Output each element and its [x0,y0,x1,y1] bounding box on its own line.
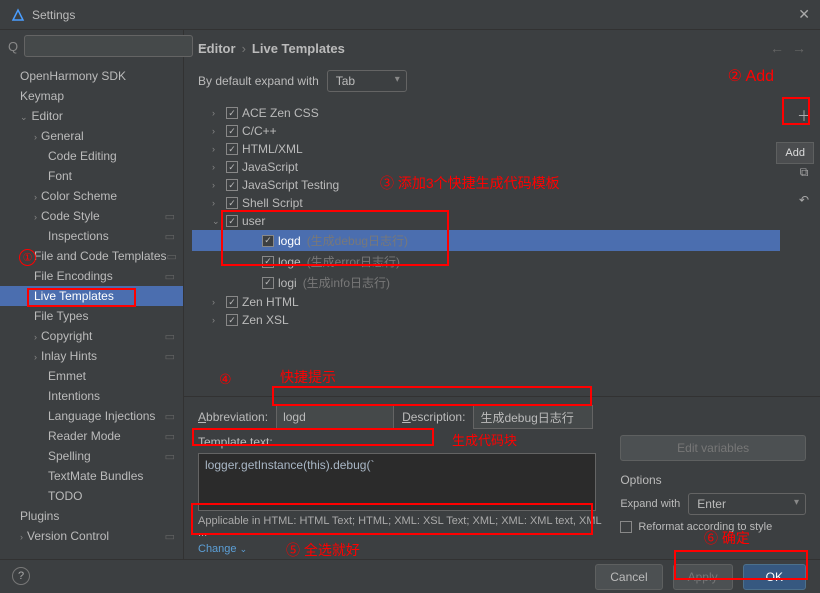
checkbox[interactable] [226,314,238,326]
search-input[interactable] [24,35,193,57]
add-tooltip: Add [776,142,814,164]
help-icon[interactable]: ? [12,567,30,585]
settings-tree[interactable]: OpenHarmony SDKKeymap⌄Editor›GeneralCode… [0,62,183,559]
template-item[interactable]: logi (生成info日志行) [192,272,780,293]
add-button[interactable]: ＋ [792,104,816,128]
nav-back-icon[interactable]: ← [770,40,784,56]
breadcrumb-parent[interactable]: Editor [198,41,236,56]
checkbox[interactable] [262,256,274,268]
sidebar-item[interactable]: Emmet [0,366,183,386]
close-icon[interactable]: ✕ [798,6,810,23]
abbr-input[interactable] [276,405,394,429]
template-item[interactable]: ⌄user [192,212,780,230]
template-item[interactable]: ›ACE Zen CSS [192,104,780,122]
sidebar-item[interactable]: Live Templates [0,286,183,306]
scope-icon: ▭ [165,230,175,243]
expand-dropdown[interactable]: Tab [327,70,407,92]
checkbox[interactable] [226,197,238,209]
sidebar-item[interactable]: ›Color Scheme [0,186,183,206]
sidebar-item[interactable]: Reader Mode▭ [0,426,183,446]
desc-label: Description: [402,410,465,424]
expand-with-label: Expand with [620,498,680,510]
checkbox[interactable] [226,125,238,137]
sidebar-item[interactable]: Spelling▭ [0,446,183,466]
breadcrumb-sep: › [242,41,246,56]
change-link[interactable]: Change ⌄ [198,543,608,555]
scope-icon: ▭ [165,330,175,343]
abbr-label: Abbreviation: [198,410,268,424]
applicable-text: Applicable in HTML: HTML Text; HTML; XML… [198,515,608,539]
revert-button[interactable]: ↶ [792,188,816,212]
window-title: Settings [32,8,75,22]
sidebar-item[interactable]: ›Copyright▭ [0,326,183,346]
sidebar-item[interactable]: ›Inlay Hints▭ [0,346,183,366]
search-icon: Q [8,39,18,54]
desc-input[interactable] [473,405,593,429]
template-item[interactable]: logd (生成debug日志行) [192,230,780,251]
template-item[interactable]: ›JavaScript Testing [192,176,780,194]
checkbox[interactable] [226,143,238,155]
checkbox[interactable] [262,235,274,247]
checkbox[interactable] [262,277,274,289]
checkbox[interactable] [226,296,238,308]
template-item[interactable]: ›HTML/XML [192,140,780,158]
reformat-label: Reformat according to style [638,521,772,533]
nav-forward-icon[interactable]: → [792,40,806,56]
scope-icon: ▭ [165,210,175,223]
reformat-checkbox[interactable] [620,521,632,533]
breadcrumb-current: Live Templates [252,41,345,56]
template-text-label: Template text: [198,435,608,449]
expand-with-dropdown[interactable]: Enter [688,493,806,515]
options-label: Options [620,473,806,487]
app-logo [10,7,26,23]
sidebar-item[interactable]: OpenHarmony SDK [0,66,183,86]
scope-icon: ▭ [165,530,175,543]
template-item[interactable]: ›Zen HTML [192,293,780,311]
template-item[interactable]: ›Zen XSL [192,311,780,329]
checkbox[interactable] [226,215,238,227]
template-text-area[interactable]: logger.getInstance(this).debug(` [198,453,596,511]
sidebar-item[interactable]: Code Editing [0,146,183,166]
sidebar-item[interactable]: File Types [0,306,183,326]
sidebar-item[interactable]: ›Version Control▭ [0,526,183,546]
checkbox[interactable] [226,179,238,191]
sidebar-item[interactable]: Font [0,166,183,186]
sidebar-item[interactable]: TextMate Bundles [0,466,183,486]
template-item[interactable]: ›C/C++ [192,122,780,140]
template-item[interactable]: ›Shell Script [192,194,780,212]
sidebar-item[interactable]: ⌄Editor [0,106,183,126]
scope-icon: ▭ [165,450,175,463]
scope-icon: ▭ [165,410,175,423]
scope-icon: ▭ [167,250,177,263]
scope-icon: ▭ [165,270,175,283]
sidebar-item[interactable]: ›Code Style▭ [0,206,183,226]
sidebar-item[interactable]: Inspections▭ [0,226,183,246]
sidebar-item[interactable]: Intentions [0,386,183,406]
sidebar-item[interactable]: ›General [0,126,183,146]
cancel-button[interactable]: Cancel [595,564,662,590]
sidebar-item[interactable]: File Encodings▭ [0,266,183,286]
edit-variables-button[interactable]: Edit variables [620,435,806,461]
sidebar-item[interactable]: File and Code Templates▭ [0,246,183,266]
sidebar-item[interactable]: Plugins [0,506,183,526]
apply-button[interactable]: Apply [673,564,733,590]
scope-icon: ▭ [165,350,175,363]
checkbox[interactable] [226,161,238,173]
expand-label: By default expand with [198,74,319,88]
scope-icon: ▭ [165,430,175,443]
template-item[interactable]: ›JavaScript [192,158,780,176]
sidebar-item[interactable]: Keymap [0,86,183,106]
sidebar-item[interactable]: Language Injections▭ [0,406,183,426]
sidebar-item[interactable]: TODO [0,486,183,506]
ok-button[interactable]: OK [743,564,806,590]
template-item[interactable]: loge (生成error日志行) [192,251,780,272]
checkbox[interactable] [226,107,238,119]
template-tree[interactable]: ›ACE Zen CSS›C/C++›HTML/XML›JavaScript›J… [184,100,788,396]
